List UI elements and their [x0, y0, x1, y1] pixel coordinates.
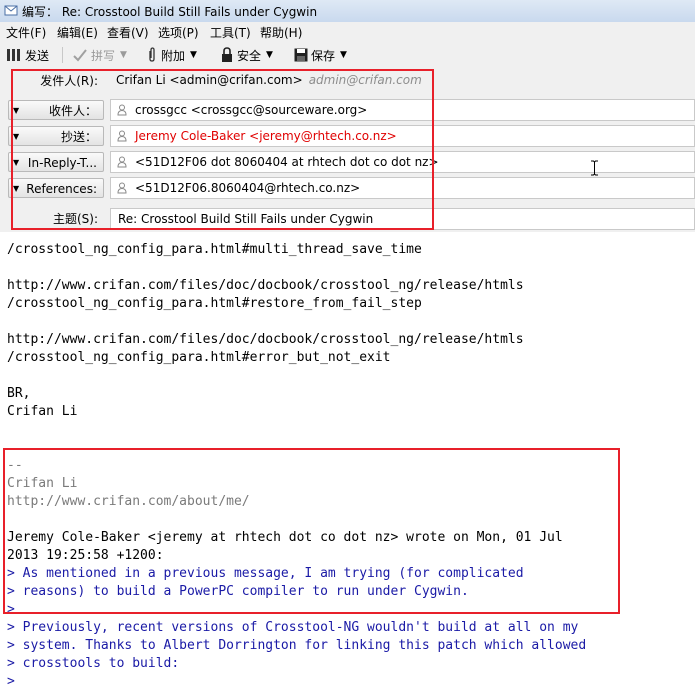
reply-attribution: Jeremy Cole-Baker <jeremy at rhtech dot … — [7, 530, 563, 545]
signature-url: http://www.crifan.com/about/me/ — [7, 494, 250, 509]
references-value: <51D12F06.8060404@rhtech.co.nz> — [135, 181, 361, 195]
security-label: 安全 — [237, 48, 262, 63]
quoted-line: > Previously, recent versions of Crossto… — [7, 620, 579, 635]
menu-bar: 文件(F) 编辑(E) 查看(V) 选项(P) 工具(T) 帮助(H) — [0, 22, 695, 42]
signature-separator: -- — [7, 458, 23, 473]
message-body-editor[interactable]: /crosstool_ng_config_para.html#multi_thr… — [0, 232, 695, 689]
cc-value: Jeremy Cole-Baker <jeremy@rhtech.co.nz> — [135, 129, 397, 143]
lock-icon — [222, 47, 232, 62]
person-icon — [117, 182, 127, 194]
in-reply-to-value: <51D12F06 dot 8060404 at rhtech dot co d… — [135, 155, 439, 169]
chevron-down-icon: ▼ — [13, 158, 20, 167]
chevron-down-icon[interactable]: ▼ — [190, 50, 197, 60]
signature-name: Crifan Li — [7, 476, 78, 491]
body-line: /crosstool_ng_config_para.html#error_but… — [7, 350, 391, 365]
menu-help[interactable]: 帮助(H) — [260, 24, 302, 41]
quoted-line: > — [7, 602, 15, 617]
save-label: 保存 — [311, 48, 336, 63]
compose-app-icon — [4, 5, 18, 16]
cc-label: 抄送： — [60, 130, 97, 144]
spell-button[interactable]: 拼写 ▼ — [72, 46, 127, 64]
from-identity-select[interactable]: Crifan Li <admin@crifan.com> admin@crifan… — [110, 70, 695, 92]
menu-edit[interactable]: 编辑(E) — [57, 24, 98, 41]
to-value: crossgcc <crossgcc@sourceware.org> — [135, 103, 368, 117]
attach-label: 附加 — [161, 48, 186, 63]
menu-file[interactable]: 文件(F) — [6, 24, 46, 41]
floppy-disk-icon — [294, 48, 308, 62]
window-title: 编写： Re: Crosstool Build Still Fails unde… — [22, 5, 318, 19]
menu-tools[interactable]: 工具(T) — [210, 24, 251, 41]
chevron-down-icon[interactable]: ▼ — [120, 50, 127, 60]
text-cursor-icon — [591, 160, 598, 176]
spell-label: 拼写 — [91, 48, 116, 63]
from-row: 发件人(R): Crifan Li <admin@crifan.com> admi… — [0, 70, 695, 92]
toolbar-separator — [62, 47, 63, 63]
body-line: BR, — [7, 386, 31, 401]
quoted-line: > crosstools to build: — [7, 656, 180, 671]
person-icon — [117, 104, 127, 116]
subject-label: 主题(S): — [52, 212, 98, 226]
send-label: 发送 — [25, 48, 50, 63]
to-field[interactable]: crossgcc <crossgcc@sourceware.org> — [110, 99, 695, 121]
to-type-button[interactable]: ▼ 收件人： — [8, 100, 104, 120]
from-identity-email: admin@crifan.com — [308, 73, 422, 87]
in-reply-to-type-button[interactable]: ▼ In-Reply-T... — [8, 152, 104, 172]
chevron-down-icon[interactable]: ▼ — [340, 50, 347, 60]
subject-value: Re: Crosstool Build Still Fails under Cy… — [118, 212, 374, 226]
send-icon — [7, 49, 20, 61]
in-reply-to-label: In-Reply-T... — [27, 156, 97, 170]
quoted-line: > system. Thanks to Albert Dorrington fo… — [7, 638, 587, 653]
body-line: Crifan Li — [7, 404, 78, 419]
chevron-down-icon: ▼ — [13, 106, 20, 115]
body-line: /crosstool_ng_config_para.html#multi_thr… — [7, 242, 422, 257]
references-label: References: — [26, 182, 97, 196]
menu-options[interactable]: 选项(P) — [158, 24, 199, 41]
person-icon — [117, 156, 127, 168]
body-line: http://www.crifan.com/files/doc/docbook/… — [7, 332, 524, 347]
chevron-down-icon[interactable]: ▼ — [266, 50, 273, 60]
quoted-line: > — [7, 674, 15, 689]
security-button[interactable]: 安全 ▼ — [220, 46, 273, 64]
person-icon — [117, 130, 127, 142]
references-type-button[interactable]: ▼ References: — [8, 178, 104, 198]
save-button[interactable]: 保存 ▼ — [294, 46, 347, 64]
from-value: Crifan Li <admin@crifan.com> — [116, 73, 303, 87]
references-row: ▼ References: <51D12F06.8060404@rhtech.c… — [0, 177, 695, 199]
to-row: ▼ 收件人： crossgcc <crossgcc@sourceware.org… — [0, 99, 695, 121]
quoted-line: > As mentioned in a previous message, I … — [7, 566, 524, 581]
quoted-line: > reasons) to build a PowerPC compiler t… — [7, 584, 469, 599]
cc-type-button[interactable]: ▼ 抄送： — [8, 126, 104, 146]
cc-field[interactable]: Jeremy Cole-Baker <jeremy@rhtech.co.nz> — [110, 125, 695, 147]
menu-view[interactable]: 查看(V) — [107, 24, 149, 41]
attach-button[interactable]: 附加 ▼ — [146, 46, 197, 64]
chevron-down-icon: ▼ — [13, 132, 20, 141]
subject-input[interactable]: Re: Crosstool Build Still Fails under Cy… — [110, 208, 695, 230]
chevron-down-icon: ▼ — [13, 184, 20, 193]
body-line: /crosstool_ng_config_para.html#restore_f… — [7, 296, 422, 311]
cc-row: ▼ 抄送： Jeremy Cole-Baker <jeremy@rhtech.c… — [0, 125, 695, 147]
in-reply-to-field[interactable]: <51D12F06 dot 8060404 at rhtech dot co d… — [110, 151, 695, 173]
message-header: 发件人(R): Crifan Li <admin@crifan.com> admi… — [0, 68, 695, 232]
subject-row: 主题(S): Re: Crosstool Build Still Fails u… — [0, 208, 695, 230]
reply-attribution: 2013 19:25:58 +1200: — [7, 548, 164, 563]
paperclip-icon — [149, 47, 155, 62]
body-line: http://www.crifan.com/files/doc/docbook/… — [7, 278, 524, 293]
from-label: 发件人(R): — [40, 74, 98, 88]
references-field[interactable]: <51D12F06.8060404@rhtech.co.nz> — [110, 177, 695, 199]
checkmark-icon — [73, 49, 87, 62]
title-bar: 编写： Re: Crosstool Build Still Fails unde… — [0, 0, 695, 23]
send-button[interactable]: 发送 — [6, 46, 49, 64]
toolbar: 发送 拼写 ▼ 附加 ▼ 安全 ▼ 保存 ▼ — [0, 42, 695, 69]
to-label: 收件人： — [48, 104, 97, 118]
